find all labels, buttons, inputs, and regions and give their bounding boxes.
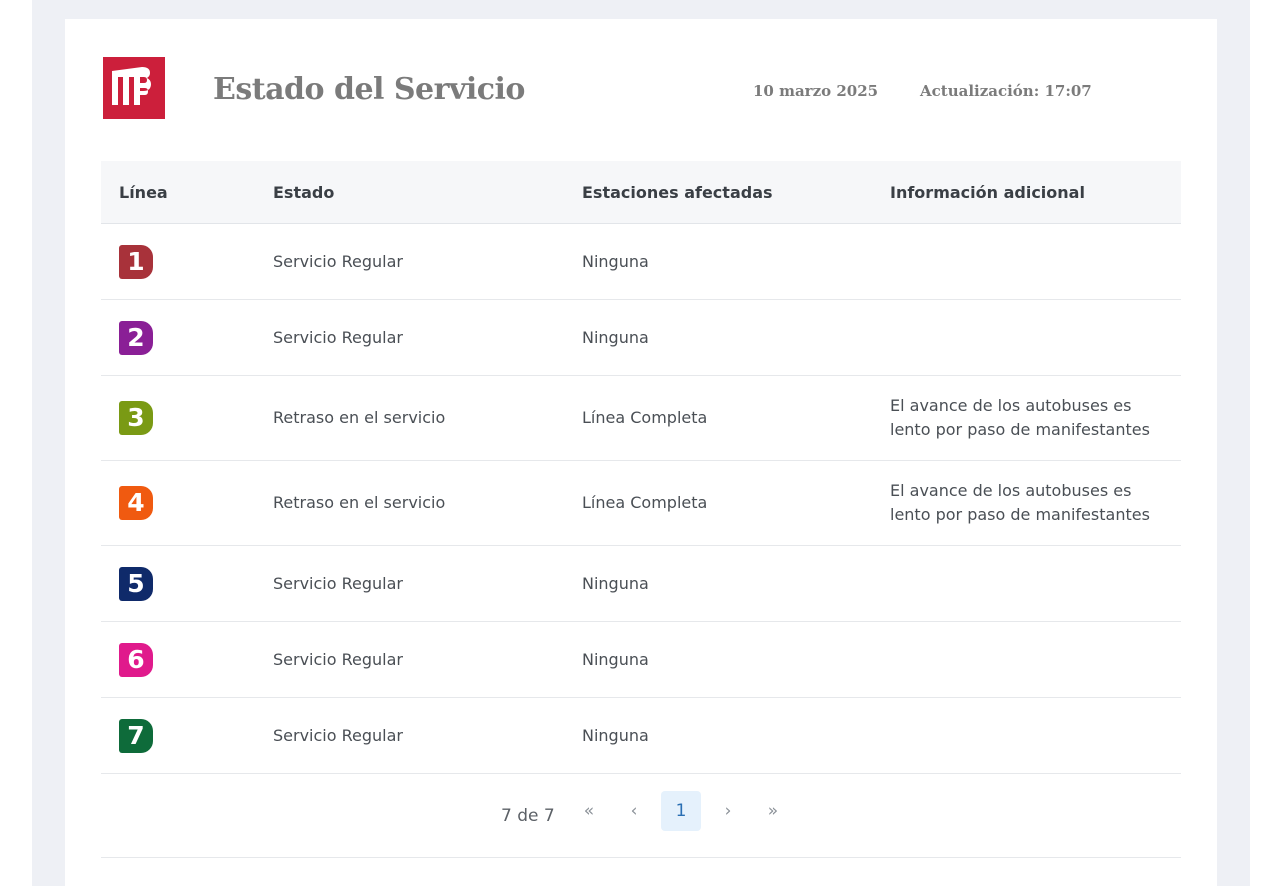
table-row: 1 Servicio Regular Ninguna bbox=[101, 223, 1181, 300]
page-1-button[interactable]: 1 bbox=[661, 791, 701, 831]
page-number: 1 bbox=[675, 801, 687, 821]
line-cell: 4 bbox=[101, 460, 255, 546]
line-badge-icon: 1 bbox=[119, 244, 153, 279]
status-cell: Servicio Regular bbox=[255, 697, 564, 774]
stations-cell: Ninguna bbox=[564, 697, 872, 774]
table-header-row: Línea Estado Estaciones afectadas Inform… bbox=[101, 161, 1181, 224]
status-cell: Retraso en el servicio bbox=[255, 460, 564, 546]
double-chevron-left-icon: « bbox=[583, 801, 595, 821]
stations-cell: Línea Completa bbox=[564, 460, 872, 546]
chevron-left-icon: ‹ bbox=[630, 801, 638, 821]
info-cell bbox=[872, 621, 1181, 698]
status-cell: Servicio Regular bbox=[255, 621, 564, 698]
info-cell bbox=[872, 223, 1181, 300]
status-cell: Retraso en el servicio bbox=[255, 375, 564, 461]
status-cell: Servicio Regular bbox=[255, 299, 564, 376]
line-badge-icon: 7 bbox=[119, 718, 153, 753]
line-cell: 5 bbox=[101, 545, 255, 622]
info-cell: El avance de los autobuses es lento por … bbox=[872, 460, 1181, 546]
status-cell: Servicio Regular bbox=[255, 223, 564, 300]
info-cell: El avance de los autobuses es lento por … bbox=[872, 375, 1181, 461]
line-badge-icon: 5 bbox=[119, 566, 153, 601]
line-badge-icon: 2 bbox=[119, 320, 153, 355]
table-row: 3 Retraso en el servicio Línea Completa El … bbox=[101, 375, 1181, 461]
info-cell bbox=[872, 545, 1181, 622]
first-page-button[interactable]: « bbox=[569, 791, 609, 831]
info-cell bbox=[872, 299, 1181, 376]
double-chevron-right-icon: » bbox=[767, 801, 779, 821]
column-header-stations[interactable]: Estaciones afectadas bbox=[564, 161, 872, 224]
table-row: 6 Servicio Regular Ninguna bbox=[101, 621, 1181, 698]
stations-cell: Ninguna bbox=[564, 545, 872, 622]
line-badge-icon: 6 bbox=[119, 642, 153, 677]
table-row: 2 Servicio Regular Ninguna bbox=[101, 299, 1181, 376]
status-cell: Servicio Regular bbox=[255, 545, 564, 622]
table-row: 5 Servicio Regular Ninguna bbox=[101, 545, 1181, 622]
pagination-count: 7 de 7 bbox=[501, 806, 555, 826]
next-page-button[interactable]: › bbox=[708, 791, 748, 831]
line-badge-icon: 3 bbox=[119, 401, 153, 435]
line-cell: 2 bbox=[101, 299, 255, 376]
service-date: 10 marzo 2025 bbox=[753, 82, 879, 100]
last-page-button[interactable]: » bbox=[753, 791, 793, 831]
table-row: 4 Retraso en el servicio Línea Completa El … bbox=[101, 460, 1181, 546]
page-title: Estado del Servicio bbox=[213, 72, 525, 107]
table-row: 7 Servicio Regular Ninguna bbox=[101, 697, 1181, 774]
chevron-right-icon: › bbox=[724, 801, 732, 821]
column-header-info[interactable]: Información adicional bbox=[872, 161, 1181, 224]
pagination: 7 de 7 « ‹ 1 › » bbox=[101, 773, 1181, 858]
line-badge-icon: 4 bbox=[119, 486, 153, 520]
column-header-status[interactable]: Estado bbox=[255, 161, 564, 224]
line-cell: 3 bbox=[101, 375, 255, 461]
metrobus-logo bbox=[103, 57, 165, 119]
prev-page-button[interactable]: ‹ bbox=[614, 791, 654, 831]
column-header-line[interactable]: Línea bbox=[101, 161, 255, 224]
stations-cell: Línea Completa bbox=[564, 375, 872, 461]
update-time: Actualización: 17:07 bbox=[920, 82, 1092, 100]
stations-cell: Ninguna bbox=[564, 299, 872, 376]
stations-cell: Ninguna bbox=[564, 621, 872, 698]
line-cell: 1 bbox=[101, 223, 255, 300]
line-cell: 7 bbox=[101, 697, 255, 774]
service-status-table: Línea Estado Estaciones afectadas Inform… bbox=[101, 161, 1181, 774]
stations-cell: Ninguna bbox=[564, 223, 872, 300]
line-cell: 6 bbox=[101, 621, 255, 698]
info-cell bbox=[872, 697, 1181, 774]
